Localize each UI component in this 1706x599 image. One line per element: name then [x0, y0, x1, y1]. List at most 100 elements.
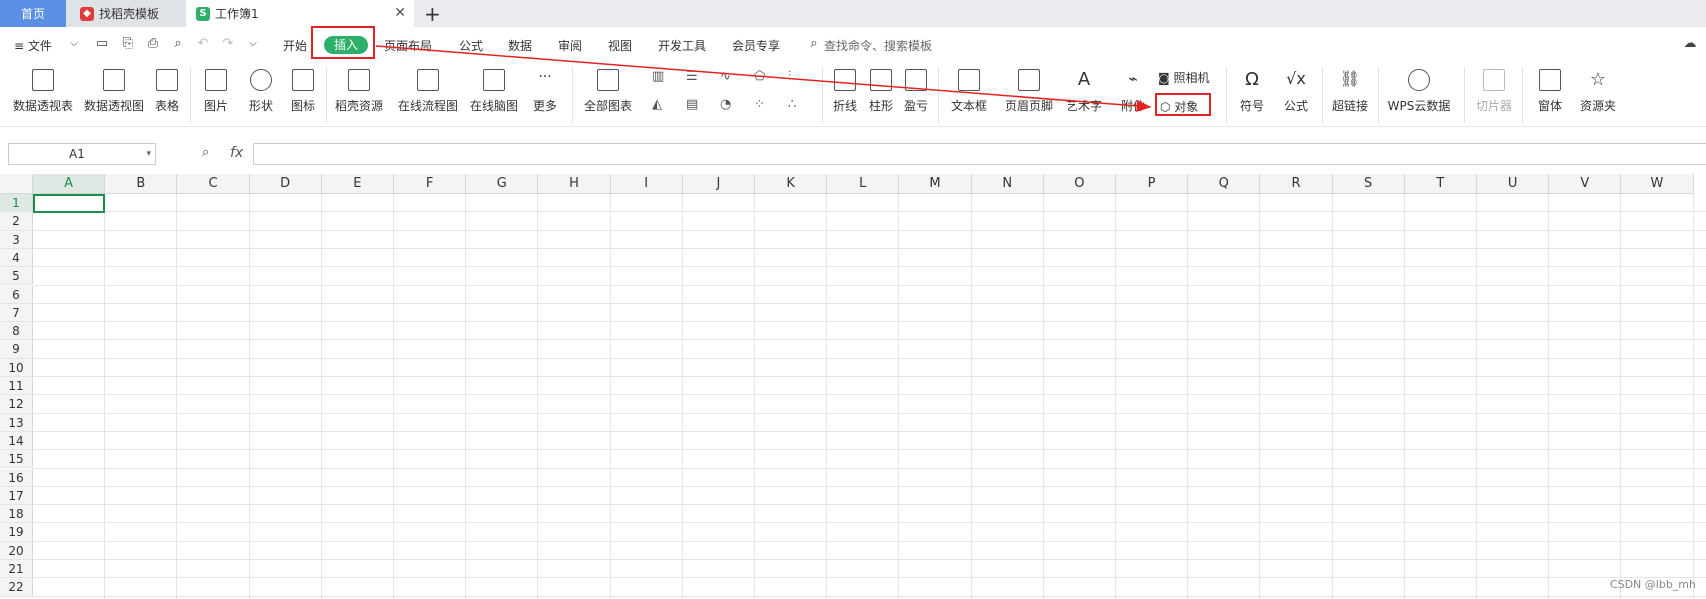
sparkline-winloss-button[interactable]: 盈亏	[901, 69, 931, 114]
column-header[interactable]: R	[1260, 174, 1333, 194]
undo-icon[interactable]: ↶	[195, 36, 211, 52]
column-header[interactable]: B	[105, 174, 178, 194]
column-header[interactable]: W	[1621, 174, 1694, 194]
close-tab-icon[interactable]: ✕	[394, 5, 406, 21]
column-header[interactable]: J	[682, 174, 755, 194]
equation-button[interactable]: √x 公式	[1278, 69, 1314, 114]
row-header[interactable]: 22	[0, 578, 33, 597]
column-header[interactable]: V	[1549, 174, 1622, 194]
row-header[interactable]: 5	[0, 267, 33, 286]
menu-home[interactable]: 开始	[283, 37, 307, 54]
row-header[interactable]: 4	[0, 248, 33, 268]
menu-review[interactable]: 审阅	[558, 37, 582, 54]
radar-chart-icon[interactable]: ⬠	[754, 69, 776, 85]
combo-chart-icon[interactable]: ▤	[686, 97, 708, 113]
column-header[interactable]: G	[466, 174, 539, 194]
row-header[interactable]: 15	[0, 450, 33, 469]
function-wizard-icon[interactable]: fx	[230, 145, 243, 161]
column-header[interactable]: D	[249, 174, 322, 194]
column-header[interactable]: U	[1477, 174, 1550, 194]
row-header[interactable]: 14	[0, 431, 33, 451]
menu-page-layout[interactable]: 页面布局	[384, 37, 432, 54]
row-header[interactable]: 9	[0, 340, 33, 359]
name-box[interactable]: A1 ▾	[8, 143, 156, 165]
select-all-corner[interactable]	[0, 174, 33, 194]
file-menu[interactable]: ≡ 文件	[14, 37, 52, 54]
column-header[interactable]: Q	[1188, 174, 1261, 194]
tab-workbook[interactable]: S 工作簿1 ✕	[186, 0, 414, 27]
docer-resources-button[interactable]: 稻壳资源	[334, 69, 384, 114]
column-header[interactable]: H	[538, 174, 611, 194]
zoom-icon[interactable]: ⌕	[202, 145, 209, 160]
wps-cloud-data-button[interactable]: WPS云数据	[1384, 69, 1454, 114]
menu-developer[interactable]: 开发工具	[658, 37, 706, 54]
row-header[interactable]: 10	[0, 358, 33, 377]
export-icon[interactable]: ⎘	[120, 36, 136, 52]
row-header[interactable]: 21	[0, 560, 33, 579]
column-header[interactable]: P	[1116, 174, 1189, 194]
shape-button[interactable]: 形状	[243, 69, 279, 114]
pivot-chart-button[interactable]: 数据透视图	[83, 69, 145, 114]
row-header[interactable]: 2	[0, 212, 33, 231]
column-header[interactable]: O	[1043, 174, 1116, 194]
cloud-icon[interactable]: ☁	[1682, 36, 1698, 52]
row-header[interactable]: 19	[0, 523, 33, 542]
print-preview-icon[interactable]: ⌕	[170, 36, 186, 52]
menu-data[interactable]: 数据	[508, 37, 532, 54]
more-button[interactable]: ··· 更多	[528, 69, 562, 114]
camera-button[interactable]: ◙ 照相机	[1158, 69, 1218, 86]
pie-chart-icon[interactable]: ◔	[720, 97, 742, 113]
header-footer-button[interactable]: 页眉页脚	[1003, 69, 1055, 114]
hyperlink-button[interactable]: ⛓ 超链接	[1330, 69, 1370, 114]
row-header[interactable]: 13	[0, 413, 33, 432]
customize-toolbar-icon[interactable]: ⌵	[245, 36, 261, 52]
tab-docer-template[interactable]: ◆ 找稻壳模板	[66, 0, 186, 27]
scatter-chart-icon[interactable]: ⁘	[754, 97, 776, 113]
resource-folder-button[interactable]: ☆ 资源夹	[1578, 69, 1618, 114]
row-header[interactable]: 3	[0, 230, 33, 249]
sparkline-column-button[interactable]: 柱形	[866, 69, 896, 114]
row-header[interactable]: 1	[0, 194, 33, 213]
menu-formulas[interactable]: 公式	[459, 37, 483, 54]
row-header[interactable]: 18	[0, 505, 33, 524]
column-header[interactable]: C	[177, 174, 250, 194]
redo-icon[interactable]: ↷	[220, 36, 236, 52]
slicer-button[interactable]: 切片器	[1474, 69, 1514, 114]
column-header[interactable]: T	[1404, 174, 1477, 194]
formula-input[interactable]	[253, 143, 1706, 165]
tab-home[interactable]: 首页	[0, 0, 66, 27]
row-header[interactable]: 12	[0, 395, 33, 414]
active-cell-a1[interactable]	[33, 194, 106, 214]
column-header[interactable]: I	[610, 174, 683, 194]
pivot-table-button[interactable]: 数据透视表	[12, 69, 74, 114]
new-tab-button[interactable]: +	[424, 2, 441, 26]
column-chart-icon[interactable]: ▥	[652, 69, 674, 85]
row-header[interactable]: 11	[0, 377, 33, 396]
chevron-down-icon[interactable]: ▾	[146, 144, 151, 164]
column-header[interactable]: M	[899, 174, 972, 194]
sparkline-line-button[interactable]: 折线	[830, 69, 860, 114]
row-header[interactable]: 20	[0, 541, 33, 560]
flowchart-button[interactable]: 在线流程图	[397, 69, 459, 114]
mindmap-button[interactable]: 在线脑图	[468, 69, 520, 114]
icon-library-button[interactable]: 图标	[288, 69, 318, 114]
stock-chart-icon[interactable]: ⫶	[788, 69, 810, 85]
bar-chart-horizontal-icon[interactable]: ☰	[686, 69, 708, 85]
search-command-input[interactable]: 查找命令、搜索模板	[824, 37, 932, 54]
table-button[interactable]: 表格	[152, 69, 182, 114]
picture-button[interactable]: 图片	[198, 69, 234, 114]
all-charts-button[interactable]: 全部图表	[582, 69, 634, 114]
menu-view[interactable]: 视图	[608, 37, 632, 54]
column-header[interactable]: K	[755, 174, 828, 194]
attachment-button[interactable]: ⌁ 附件	[1118, 69, 1148, 114]
form-button[interactable]: 窗体	[1530, 69, 1570, 114]
row-header[interactable]: 6	[0, 285, 33, 304]
row-header[interactable]: 7	[0, 303, 33, 323]
area-chart-icon[interactable]: ◭	[652, 97, 674, 113]
row-header[interactable]: 16	[0, 468, 33, 487]
row-header[interactable]: 17	[0, 486, 33, 506]
line-chart-icon[interactable]: ∿	[720, 69, 742, 85]
column-header[interactable]: L	[827, 174, 900, 194]
save-icon[interactable]: ▭	[94, 36, 110, 52]
wordart-button[interactable]: A 艺术字	[1064, 69, 1104, 114]
